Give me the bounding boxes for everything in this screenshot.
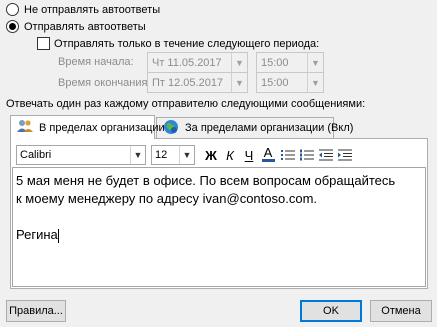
message-editor[interactable]: 5 мая меня не будет в офисе. По всем воп… bbox=[12, 167, 426, 287]
end-date-value: Пт 12.05.2017 bbox=[152, 76, 224, 89]
end-time-value: 15:00 bbox=[261, 76, 289, 89]
chevron-down-icon: ▼ bbox=[307, 73, 323, 92]
font-color-button[interactable]: A bbox=[259, 145, 277, 163]
font-value: Calibri bbox=[20, 149, 52, 161]
tab-label: За пределами организации (Вкл) bbox=[185, 122, 354, 134]
increase-indent-icon[interactable] bbox=[336, 146, 354, 164]
end-date-dropdown[interactable]: Пт 12.05.2017 ▼ bbox=[147, 72, 248, 93]
start-time-label: Время начала: bbox=[58, 56, 134, 68]
start-date-value: Чт 11.05.2017 bbox=[152, 56, 222, 69]
only-period-option[interactable]: Отправлять только в течение следующего п… bbox=[37, 37, 319, 50]
send-option[interactable]: Отправлять автоответы bbox=[6, 20, 146, 33]
ok-button[interactable]: OK bbox=[300, 300, 362, 322]
rules-button[interactable]: Правила... bbox=[6, 300, 66, 322]
chevron-down-icon: ▼ bbox=[130, 146, 145, 164]
font-select[interactable]: Calibri ▼ bbox=[16, 145, 146, 165]
italic-button[interactable]: К bbox=[221, 146, 239, 164]
message-line-3: Регина bbox=[16, 227, 58, 242]
only-period-checkbox[interactable] bbox=[37, 37, 50, 50]
chevron-down-icon: ▼ bbox=[231, 73, 247, 92]
message-line-2: к моему менеджеру по адресу ivan@contoso… bbox=[16, 191, 318, 206]
font-color-bar bbox=[261, 159, 275, 162]
bullets-icon[interactable] bbox=[279, 146, 297, 164]
dont-send-radio[interactable] bbox=[6, 3, 19, 16]
end-time-dropdown[interactable]: 15:00 ▼ bbox=[256, 72, 324, 93]
cancel-button[interactable]: Отмена bbox=[370, 300, 432, 322]
end-time-label: Время окончания: bbox=[58, 77, 151, 89]
globe-icon bbox=[163, 119, 179, 138]
start-date-dropdown[interactable]: Чт 11.05.2017 ▼ bbox=[147, 52, 248, 73]
font-size-select[interactable]: 12 ▼ bbox=[151, 145, 195, 165]
dont-send-option[interactable]: Не отправлять автоответы bbox=[6, 3, 160, 16]
font-size-value: 12 bbox=[155, 149, 168, 161]
start-time-value: 15:00 bbox=[261, 56, 289, 69]
tab-label: В пределах организации bbox=[39, 121, 165, 134]
decrease-indent-icon[interactable] bbox=[317, 146, 335, 164]
text-cursor bbox=[57, 228, 59, 243]
reply-once-label: Отвечать один раз каждому отправителю сл… bbox=[6, 98, 366, 110]
send-label: Отправлять автоответы bbox=[24, 20, 146, 33]
numbering-icon[interactable] bbox=[298, 146, 316, 164]
chevron-down-icon: ▼ bbox=[231, 53, 247, 72]
only-period-label: Отправлять только в течение следующего п… bbox=[54, 37, 320, 50]
send-radio[interactable] bbox=[6, 20, 19, 33]
tab-inside-organization[interactable]: В пределах организации bbox=[10, 115, 165, 139]
message-line-1: 5 мая меня не будет в офисе. По всем воп… bbox=[16, 173, 396, 188]
chevron-down-icon: ▼ bbox=[307, 53, 323, 72]
chevron-down-icon: ▼ bbox=[179, 146, 194, 164]
font-color-letter: A bbox=[263, 145, 273, 160]
start-time-dropdown[interactable]: 15:00 ▼ bbox=[256, 52, 324, 73]
people-icon bbox=[17, 119, 33, 136]
radio-selected-dot bbox=[9, 23, 16, 30]
bold-button[interactable]: Ж bbox=[202, 146, 220, 164]
tab-outside-organization[interactable]: За пределами организации (Вкл) bbox=[156, 117, 353, 138]
dont-send-label: Не отправлять автоответы bbox=[24, 3, 161, 16]
underline-button[interactable]: Ч bbox=[240, 146, 258, 164]
